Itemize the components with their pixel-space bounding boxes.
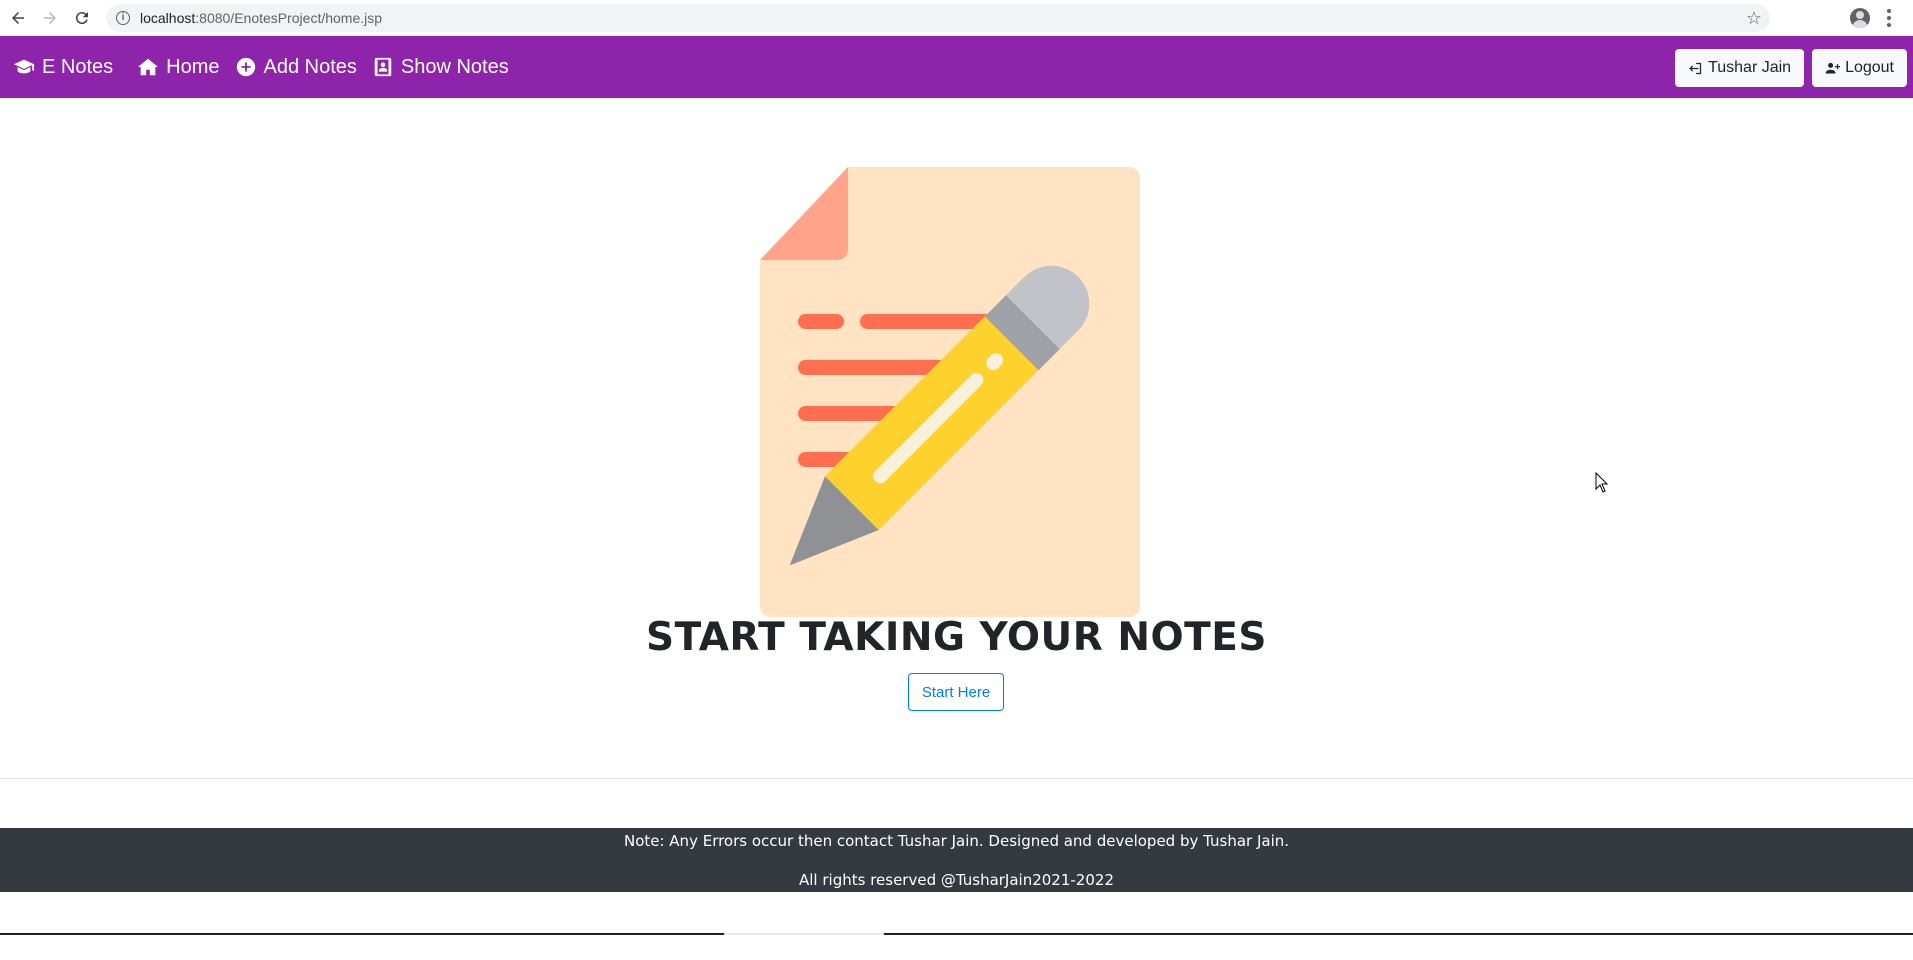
address-bar[interactable]: i localhost:8080/EnotesProject/home.jsp … [106,4,1770,32]
footer-copyright: All rights reserved @TusharJain2021-2022 [799,871,1114,889]
graduation-cap-icon [13,59,35,74]
plus-circle-icon [236,57,255,77]
user-name-label: Tushar Jain [1708,59,1792,76]
footer-note: Note: Any Errors occur then contact Tush… [623,832,1290,850]
notes-pencil-illustration [760,167,1140,617]
back-arrow-icon[interactable] [2,0,34,36]
forward-arrow-icon[interactable] [34,0,66,36]
profile-icon[interactable] [1850,8,1870,28]
mouse-cursor-icon [1595,472,1609,493]
nav-add-notes-label: Add Notes [263,55,357,78]
star-icon[interactable]: ☆ [1746,8,1762,29]
nav-show-notes-link[interactable]: Show Notes [372,56,509,79]
divider [0,778,1913,779]
scrollbar-thumb[interactable] [724,933,884,935]
nav-home-link[interactable]: Home [137,55,220,79]
sign-in-icon [1689,62,1702,74]
home-icon [138,58,159,76]
horizontal-scrollbar[interactable] [0,933,1913,935]
address-book-icon [374,57,392,77]
url-text: localhost:8080/EnotesProject/home.jsp [140,10,383,26]
nav-show-notes-label: Show Notes [400,55,509,78]
reload-icon[interactable] [66,0,98,36]
navbar-right: Tushar Jain Logout [1675,49,1907,87]
browser-toolbar: i localhost:8080/EnotesProject/home.jsp … [0,0,1913,36]
page-footer: Note: Any Errors occur then contact Tush… [0,828,1913,892]
nav-add-notes-link[interactable]: Add Notes [235,56,357,79]
page-title: START TAKING YOUR NOTES [646,615,1267,660]
brand-label: E Notes [42,55,114,78]
logout-label: Logout [1845,59,1894,76]
user-plus-icon [1825,62,1841,73]
brand-link[interactable]: E Notes [13,56,113,79]
start-here-button[interactable]: Start Here [908,673,1004,711]
kebab-menu-icon[interactable] [1886,7,1892,29]
app-navbar: E Notes Home Add Notes Show Notes Tushar… [0,36,1913,98]
nav-home-label: Home [166,55,220,78]
info-icon[interactable]: i [116,11,130,25]
user-button[interactable]: Tushar Jain [1675,49,1805,87]
logout-button[interactable]: Logout [1812,49,1907,87]
